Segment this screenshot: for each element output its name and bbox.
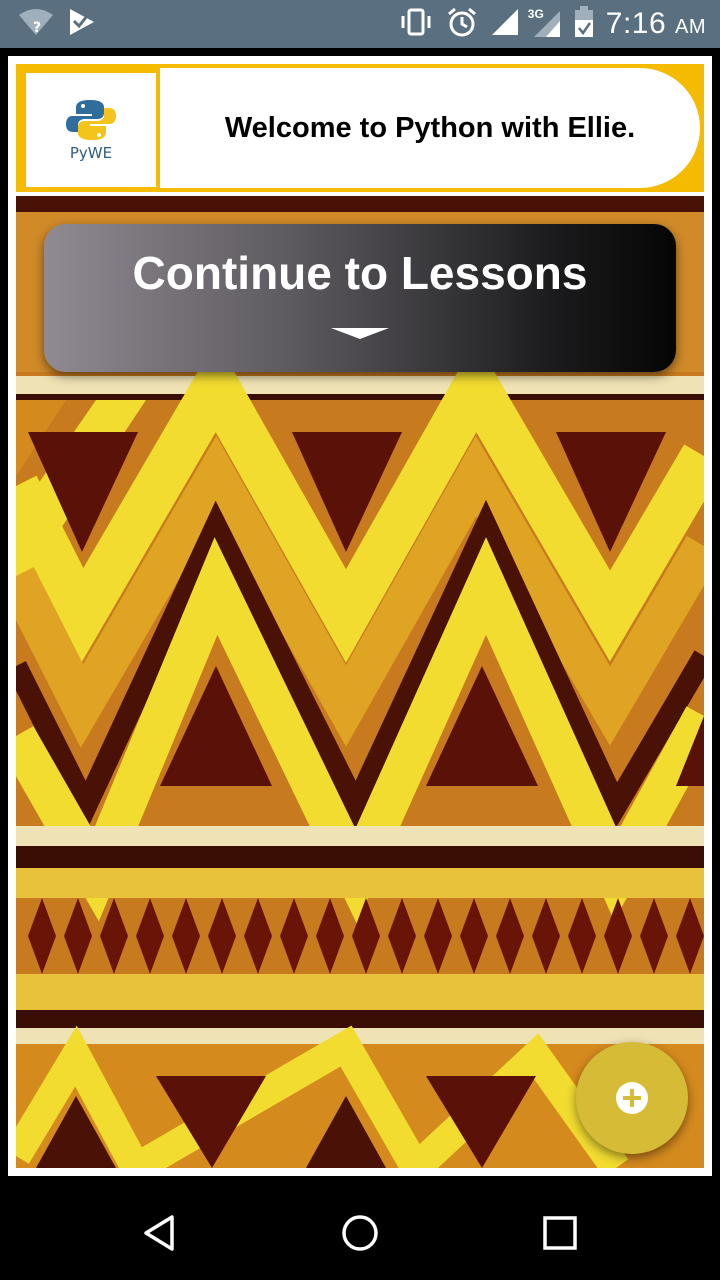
status-time: 7:16 AM (606, 7, 706, 41)
status-bar: ? 3G 7:16 AM (0, 0, 720, 48)
recents-icon (543, 1216, 577, 1250)
navigation-bar (0, 1184, 720, 1280)
welcome-banner: Welcome to Python with Ellie. (160, 68, 700, 188)
recents-button[interactable] (530, 1208, 590, 1258)
app-content: PyWE Welcome to Python with Ellie. Conti… (8, 56, 712, 1176)
header-bar: PyWE Welcome to Python with Ellie. (16, 64, 704, 192)
python-logo-icon (66, 100, 116, 140)
home-icon (342, 1215, 378, 1251)
welcome-text: Welcome to Python with Ellie. (224, 111, 636, 144)
status-ampm: AM (675, 16, 706, 38)
alarm-icon (446, 6, 478, 43)
logo-text: PyWE (69, 144, 113, 162)
continue-to-lessons-button[interactable]: Continue to Lessons (44, 224, 676, 372)
continue-label: Continue to Lessons (132, 247, 588, 299)
battery-icon (574, 5, 594, 43)
app-logo: PyWE (24, 71, 158, 189)
add-fab-button[interactable] (576, 1042, 688, 1154)
signal-3g-icon: 3G (528, 7, 562, 39)
signal-icon (490, 7, 520, 42)
svg-text:?: ? (33, 20, 41, 36)
wifi-unknown-icon: ? (18, 7, 54, 42)
chevron-down-icon (331, 328, 389, 339)
network-type-label: 3G (527, 7, 544, 21)
check-flag-icon (68, 7, 96, 42)
add-icon (616, 1082, 648, 1114)
back-icon (144, 1215, 174, 1251)
vibrate-icon (398, 7, 434, 42)
back-button[interactable] (130, 1208, 190, 1258)
home-button[interactable] (330, 1208, 390, 1258)
status-time-value: 7:16 (605, 7, 667, 40)
